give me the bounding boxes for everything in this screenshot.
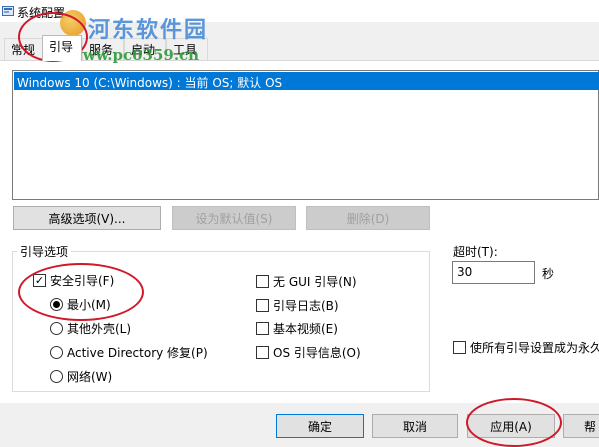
apply-button[interactable]: 应用(A)	[467, 414, 555, 438]
radio-icon	[50, 370, 63, 383]
cancel-button[interactable]: 取消	[372, 414, 458, 438]
os-boot-info-checkbox[interactable]: OS 引导信息(O)	[256, 344, 361, 361]
network-radio[interactable]: 网络(W)	[50, 368, 112, 385]
os-list-item[interactable]: Windows 10 (C:\Windows) : 当前 OS; 默认 OS	[14, 72, 599, 90]
no-gui-boot-label: 无 GUI 引导(N)	[273, 275, 357, 289]
make-permanent-checkbox[interactable]: 使所有引导设置成为永久	[453, 339, 599, 356]
network-label: 网络(W)	[67, 370, 113, 384]
os-boot-info-label: OS 引导信息(O)	[273, 346, 361, 360]
boot-log-label: 引导日志(B)	[273, 299, 339, 313]
tab-label: 引导	[49, 40, 74, 54]
tab-label: 常规	[11, 43, 36, 57]
delete-button[interactable]: 删除(D)	[306, 206, 430, 230]
checkbox-icon	[256, 299, 269, 312]
radio-icon	[50, 322, 63, 335]
timeout-label: 超时(T):	[453, 245, 498, 259]
no-gui-boot-checkbox[interactable]: 无 GUI 引导(N)	[256, 273, 357, 290]
safe-boot-label: 安全引导(F)	[50, 274, 115, 288]
boot-options-label: 引导选项	[17, 243, 72, 260]
checkbox-icon	[256, 322, 269, 335]
timeout-input[interactable]: 30	[452, 261, 535, 284]
base-video-label: 基本视频(E)	[273, 322, 338, 336]
checkbox-checked-icon: ✓	[33, 274, 46, 287]
tab-general[interactable]: 常规	[4, 38, 46, 60]
timeout-unit: 秒	[542, 267, 555, 281]
watermark-title: 河东软件园	[88, 18, 209, 43]
alternate-shell-radio[interactable]: 其他外壳(L)	[50, 320, 131, 337]
checkbox-icon	[453, 341, 466, 354]
radio-icon	[50, 346, 63, 359]
safe-boot-checkbox[interactable]: ✓ 安全引导(F)	[33, 272, 114, 289]
make-permanent-label: 使所有引导设置成为永久	[470, 341, 599, 355]
watermark-logo	[60, 10, 86, 36]
os-list[interactable]: Windows 10 (C:\Windows) : 当前 OS; 默认 OS	[12, 70, 599, 200]
base-video-checkbox[interactable]: 基本视频(E)	[256, 320, 338, 337]
tab-boot[interactable]: 引导	[42, 35, 82, 61]
checkbox-icon	[256, 346, 269, 359]
minimal-label: 最小(M)	[67, 298, 111, 312]
active-directory-radio[interactable]: Active Directory 修复(P)	[50, 344, 208, 361]
help-button[interactable]: 帮	[563, 414, 599, 438]
boot-log-checkbox[interactable]: 引导日志(B)	[256, 297, 339, 314]
active-directory-label: Active Directory 修复(P)	[67, 346, 208, 360]
window-title: 系统配置	[17, 6, 66, 20]
checkbox-icon	[256, 275, 269, 288]
msconfig-icon	[2, 6, 14, 16]
minimal-radio[interactable]: 最小(M)	[50, 296, 111, 313]
ok-button[interactable]: 确定	[276, 414, 364, 438]
advanced-options-button[interactable]: 高级选项(V)...	[13, 206, 161, 230]
watermark-url: www.pc0359.cn	[70, 46, 200, 64]
radio-selected-icon	[50, 298, 63, 311]
alternate-shell-label: 其他外壳(L)	[67, 322, 132, 336]
set-default-button[interactable]: 设为默认值(S)	[172, 206, 296, 230]
